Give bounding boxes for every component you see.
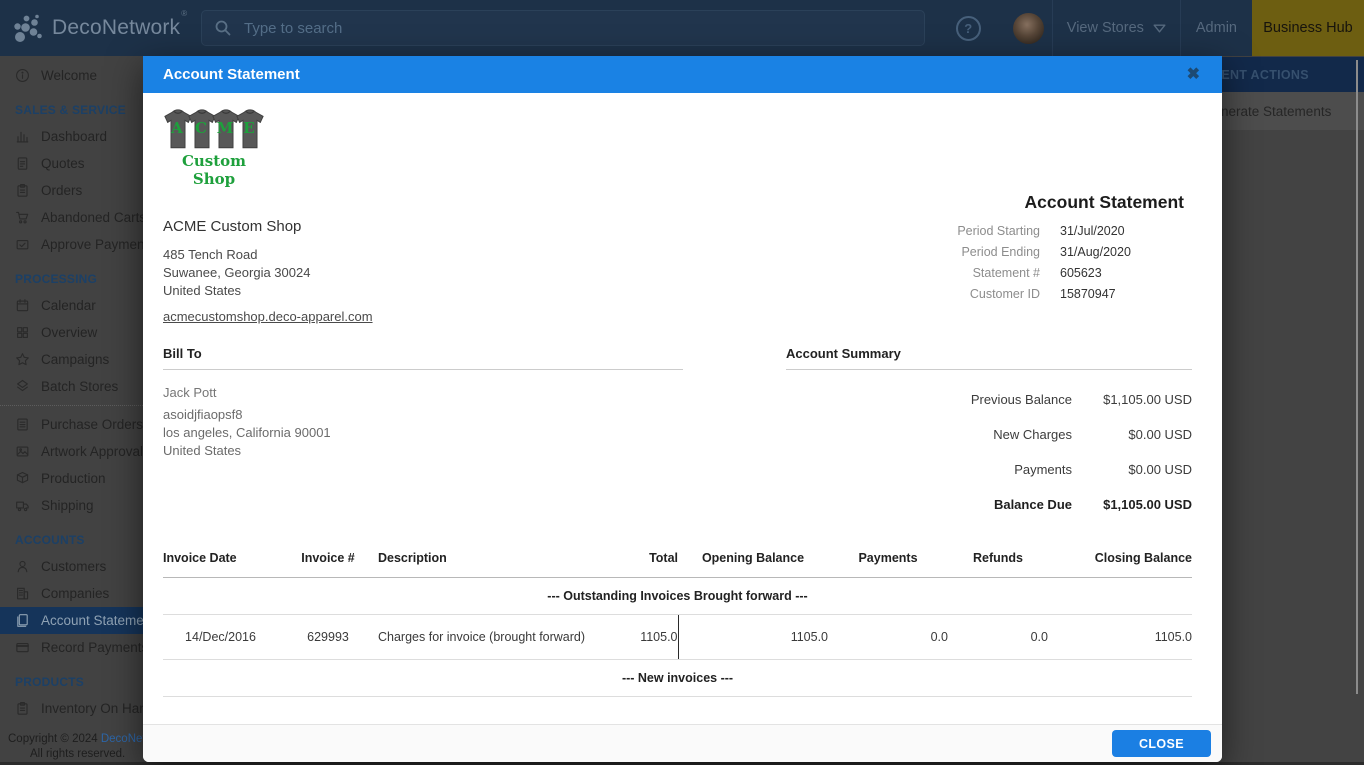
sidebar-section-products: PRODUCTS: [0, 661, 143, 695]
sidebar-item-account-statements[interactable]: Account Statements: [0, 607, 143, 634]
sidebar-item-production[interactable]: Production: [0, 465, 143, 492]
registered-mark: ®: [181, 9, 187, 18]
credit-card-icon: [15, 640, 30, 655]
sidebar-item-quotes[interactable]: Quotes: [0, 150, 143, 177]
payment-check-icon: [15, 237, 30, 252]
bill-to-address: asoidjfiaopsf8 los angeles, California 9…: [163, 406, 683, 461]
invoice-table: Invoice Date Invoice # Description Total…: [163, 545, 1192, 725]
table-empty-row: [163, 696, 1192, 725]
calendar-icon: [15, 298, 30, 313]
admin-tab[interactable]: Admin: [1181, 0, 1252, 56]
sidebar-item-welcome[interactable]: Welcome: [0, 62, 143, 89]
tshirt-icon: E: [235, 108, 265, 150]
sidebar-item-artwork-approval[interactable]: Artwork Approval: [0, 438, 143, 465]
building-icon: [15, 586, 30, 601]
table-header-row: Invoice Date Invoice # Description Total…: [163, 545, 1192, 578]
business-hub-tab[interactable]: Business Hub: [1252, 0, 1364, 56]
brand-logo[interactable]: DecoNetwork®: [13, 0, 187, 56]
document-lines-icon: [15, 417, 30, 432]
company-address: 485 Tench Road Suwanee, Georgia 30024 Un…: [163, 246, 373, 301]
table-group-row-new-invoices: --- New invoices ---: [163, 659, 1192, 696]
sidebar-item-overview[interactable]: Overview: [0, 319, 143, 346]
user-avatar[interactable]: [1013, 13, 1044, 44]
company-name: ACME Custom Shop: [163, 218, 373, 235]
modal-header: Account Statement ✖: [143, 56, 1222, 93]
modal-body: A C M E: [143, 93, 1222, 725]
sidebar-item-calendar[interactable]: Calendar: [0, 292, 143, 319]
sidebar-item-batch-stores[interactable]: Batch Stores: [0, 373, 143, 400]
statement-details: Account Statement Period Starting 31/Jul…: [870, 93, 1192, 326]
sidebar-section-processing: PROCESSING: [0, 258, 143, 292]
account-summary-heading: Account Summary: [786, 346, 1192, 370]
sidebar-item-purchase-orders[interactable]: Purchase Orders: [0, 411, 143, 438]
view-stores-label: View Stores: [1067, 20, 1144, 36]
info-icon: [15, 68, 30, 83]
bill-to-heading: Bill To: [163, 346, 683, 370]
search-input[interactable]: [242, 19, 912, 38]
topbar-right-cluster: ? View Stores Admin Business Hub: [956, 0, 1364, 56]
company-block: A C M E: [163, 93, 373, 326]
acme-shop-logo: A C M E: [163, 108, 373, 150]
clipboard-icon: [15, 701, 30, 716]
close-button[interactable]: CLOSE: [1112, 730, 1211, 757]
sidebar-section-sales-service: SALES & SERVICE: [0, 89, 143, 123]
top-navbar: DecoNetwork® ? View Stores Admin: [0, 0, 1364, 56]
modal-title: Account Statement: [163, 66, 300, 83]
view-stores-menu[interactable]: View Stores: [1053, 0, 1180, 56]
sidebar-item-campaigns[interactable]: Campaigns: [0, 346, 143, 373]
right-panel-scrollbar: [1356, 60, 1358, 694]
account-summary-block: Account Summary Previous Balance $1,105.…: [786, 346, 1192, 522]
grid-icon: [15, 325, 30, 340]
logo-caption: Custom Shop: [163, 152, 265, 188]
global-search: [201, 10, 925, 46]
chevron-down-icon: [1153, 24, 1166, 33]
modal-footer: CLOSE: [143, 724, 1222, 762]
sidebar-item-customers[interactable]: Customers: [0, 553, 143, 580]
layers-icon: [15, 379, 30, 394]
account-statement-modal: Account Statement ✖ A C: [143, 56, 1222, 762]
bar-chart-icon: [15, 129, 30, 144]
app-canvas: DecoNetwork® ? View Stores Admin: [0, 0, 1364, 765]
search-icon: [214, 19, 232, 37]
sidebar-nav: Welcome SALES & SERVICE Dashboard Quotes…: [0, 56, 143, 765]
deconetwork-flower-icon: [13, 13, 43, 43]
sidebar-item-abandoned-carts[interactable]: Abandoned Carts: [0, 204, 143, 231]
statement-field: Period Ending 31/Aug/2020: [870, 242, 1192, 263]
table-group-row-outstanding: --- Outstanding Invoices Brought forward…: [163, 577, 1192, 614]
statement-field: Period Starting 31/Jul/2020: [870, 221, 1192, 242]
sidebar-item-companies[interactable]: Companies: [0, 580, 143, 607]
image-icon: [15, 444, 30, 459]
admin-label: Admin: [1196, 20, 1237, 36]
document-icon: [15, 156, 30, 171]
sidebar-divider: [0, 405, 143, 406]
cart-icon: [15, 210, 30, 225]
summary-balance-due-row: Balance Due $1,105.00 USD: [786, 487, 1192, 522]
sidebar-section-accounts: ACCOUNTS: [0, 519, 143, 553]
brand-name: DecoNetwork®: [52, 16, 187, 40]
summary-row: New Charges $0.00 USD: [786, 417, 1192, 452]
statement-field: Statement # 605623: [870, 263, 1192, 284]
sidebar-item-approve-payments[interactable]: Approve Payments: [0, 231, 143, 258]
box-icon: [15, 471, 30, 486]
sidebar-item-dashboard[interactable]: Dashboard: [0, 123, 143, 150]
sidebar-item-inventory-on-hand[interactable]: Inventory On Hand: [0, 695, 143, 722]
bill-to-name: Jack Pott: [163, 385, 683, 400]
summary-row: Payments $0.00 USD: [786, 452, 1192, 487]
sidebar-item-shipping[interactable]: Shipping: [0, 492, 143, 519]
star-icon: [15, 352, 30, 367]
bill-to-block: Bill To Jack Pott asoidjfiaopsf8 los ang…: [163, 346, 683, 522]
clipboard-icon: [15, 183, 30, 198]
statement-field: Customer ID 15870947: [870, 284, 1192, 305]
statement-heading: Account Statement: [870, 192, 1192, 213]
sidebar-item-orders[interactable]: Orders: [0, 177, 143, 204]
truck-icon: [15, 498, 30, 513]
statement-pages-icon: [15, 613, 30, 628]
sidebar-item-record-payments[interactable]: Record Payments: [0, 634, 143, 661]
summary-row: Previous Balance $1,105.00 USD: [786, 382, 1192, 417]
table-row: 14/Dec/2016 629993 Charges for invoice (…: [163, 614, 1192, 659]
help-icon[interactable]: ?: [956, 16, 981, 41]
company-website-link[interactable]: acmecustomshop.deco-apparel.com: [163, 309, 373, 324]
person-icon: [15, 559, 30, 574]
close-icon[interactable]: ✖: [1187, 67, 1200, 83]
